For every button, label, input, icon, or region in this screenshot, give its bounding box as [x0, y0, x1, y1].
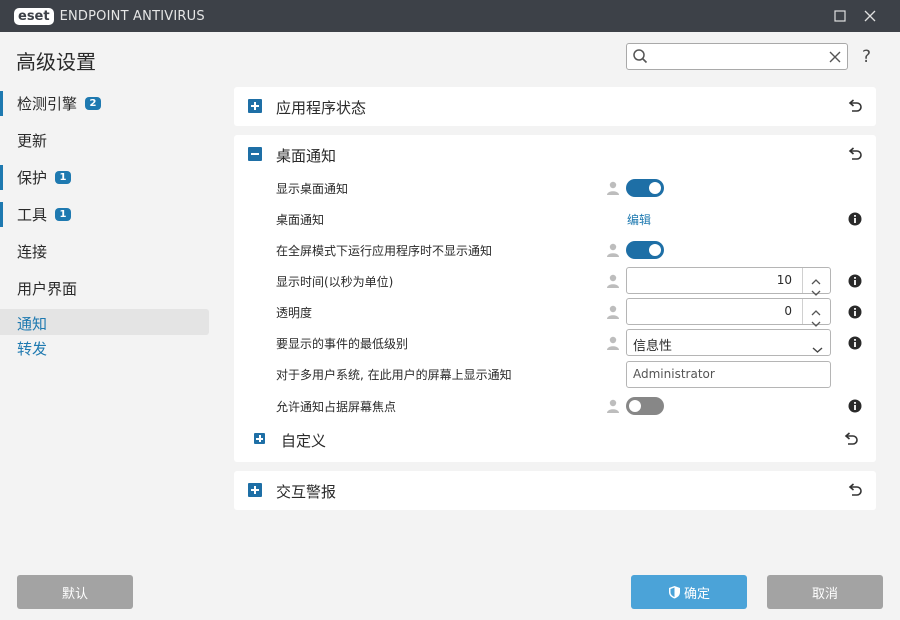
info-icon[interactable] [848, 304, 862, 323]
sidebar-item-label: 用户界面 [17, 280, 78, 298]
display-time-stepper[interactable]: 10 [626, 267, 831, 296]
revert-icon[interactable] [847, 482, 863, 502]
setting-row: 在全屏模式下运行应用程序时不显示通知 [234, 234, 876, 265]
expand-icon[interactable] [248, 483, 262, 497]
setting-row: 允许通知占据屏幕焦点 [234, 390, 876, 421]
sidebar: 检测引擎 2 更新 保护 1 工具 1 连接 用户界面 [0, 85, 215, 307]
multi-user-field[interactable] [626, 361, 831, 388]
page-title: 高级设置 [16, 50, 96, 74]
toggle-knob [649, 182, 661, 194]
edit-link[interactable]: 编辑 [627, 211, 651, 228]
setting-label: 要显示的事件的最低级别 [276, 337, 409, 351]
stepper-divider [802, 268, 803, 293]
expand-icon[interactable] [248, 99, 262, 113]
revert-icon[interactable] [843, 431, 859, 451]
section-interactive-alerts: 交互警报 [234, 471, 876, 510]
user-icon [606, 335, 620, 354]
setting-label: 允许通知占据屏幕焦点 [276, 400, 397, 414]
user-icon [606, 180, 620, 199]
setting-row: 显示时间(以秒为单位) 10 [234, 265, 876, 296]
focus-toggle[interactable] [626, 397, 664, 415]
show-desktop-toggle[interactable] [626, 179, 664, 197]
setting-row: 显示桌面通知 [234, 172, 876, 203]
sidebar-item-label: 更新 [17, 132, 48, 150]
eset-logo: eset ENDPOINT ANTIVIRUS [14, 8, 205, 25]
count-badge: 1 [55, 171, 72, 184]
fullscreen-toggle[interactable] [626, 241, 664, 259]
sidebar-item-notifications-label[interactable]: 通知 [17, 313, 47, 334]
logo-badge: eset [14, 8, 54, 25]
revert-icon[interactable] [847, 146, 863, 166]
sidebar-item-label: 保护 [17, 169, 48, 187]
toggle-knob [629, 400, 641, 412]
section-app-status: 应用程序状态 [234, 87, 876, 126]
sidebar-item-protection[interactable]: 保护 1 [0, 159, 215, 196]
sidebar-item-connection[interactable]: 连接 [0, 233, 215, 270]
sidebar-subitem-forwarding[interactable]: 转发 [17, 338, 47, 359]
ok-button[interactable]: 确定 [631, 575, 747, 609]
close-icon[interactable] [860, 6, 880, 26]
setting-label: 显示桌面通知 [276, 182, 349, 196]
collapse-icon[interactable] [248, 147, 262, 161]
maximize-icon[interactable] [830, 6, 850, 26]
cancel-button[interactable]: 取消 [767, 575, 883, 609]
setting-row: 透明度 0 [234, 296, 876, 327]
shield-icon [668, 586, 680, 599]
min-level-select[interactable]: 信息性 [626, 329, 831, 356]
setting-label: 透明度 [276, 306, 313, 320]
setting-label: 显示时间(以秒为单位) [276, 275, 394, 289]
user-icon [606, 398, 620, 417]
revert-icon[interactable] [847, 98, 863, 118]
section-title[interactable]: 应用程序状态 [276, 97, 366, 118]
setting-row: 要显示的事件的最低级别 信息性 [234, 327, 876, 358]
transparency-stepper[interactable]: 0 [626, 298, 831, 327]
count-badge: 1 [55, 208, 72, 221]
title-bar: eset ENDPOINT ANTIVIRUS [0, 0, 900, 32]
select-value[interactable]: 信息性 [633, 335, 672, 354]
info-icon[interactable] [848, 273, 862, 292]
chevron-down-icon[interactable] [812, 339, 823, 358]
user-icon [606, 304, 620, 323]
sidebar-item-label: 工具 [17, 206, 48, 224]
setting-label: 桌面通知 [276, 213, 325, 227]
help-button[interactable]: ? [862, 47, 871, 67]
search-input[interactable] [653, 47, 823, 66]
user-icon [606, 242, 620, 261]
setting-row: 桌面通知 编辑 [234, 203, 876, 234]
sidebar-item-label: 连接 [17, 243, 48, 261]
sidebar-item-user-interface[interactable]: 用户界面 [0, 270, 215, 307]
multi-user-input[interactable] [633, 367, 823, 381]
default-button[interactable]: 默认 [17, 575, 133, 609]
button-label: 默认 [61, 586, 88, 602]
count-badge: 2 [85, 97, 102, 110]
section-desktop-notifications: 桌面通知 显示桌面通知 桌面通知 编辑 在全屏模式下运行应用程序时不显示通知 显… [234, 135, 876, 462]
sidebar-item-update[interactable]: 更新 [0, 122, 215, 159]
setting-label: 对于多用户系统, 在此用户的屏幕上显示通知 [276, 368, 512, 382]
expand-icon[interactable] [254, 433, 265, 444]
sidebar-item-label: 检测引擎 [17, 95, 78, 113]
toggle-knob [649, 244, 661, 256]
stepper-divider [802, 299, 803, 324]
info-icon[interactable] [848, 398, 862, 417]
stepper-value[interactable]: 10 [777, 273, 792, 287]
search-box[interactable] [626, 43, 848, 70]
info-icon[interactable] [848, 335, 862, 354]
sidebar-item-tools[interactable]: 工具 1 [0, 196, 215, 233]
setting-row: 对于多用户系统, 在此用户的屏幕上显示通知 [234, 358, 876, 389]
sidebar-item-detection-engine[interactable]: 检测引擎 2 [0, 85, 215, 122]
search-icon [632, 48, 648, 68]
stepper-value[interactable]: 0 [784, 304, 792, 318]
button-label: 确定 [683, 586, 710, 602]
product-name: ENDPOINT ANTIVIRUS [59, 9, 205, 24]
section-title[interactable]: 交互警报 [276, 481, 336, 502]
section-title[interactable]: 桌面通知 [276, 145, 336, 166]
info-icon[interactable] [848, 211, 862, 230]
user-icon [606, 273, 620, 292]
button-label: 取消 [811, 586, 838, 602]
clear-search-icon[interactable] [828, 49, 842, 68]
setting-label: 在全屏模式下运行应用程序时不显示通知 [276, 244, 493, 258]
subsection-title[interactable]: 自定义 [281, 430, 326, 451]
